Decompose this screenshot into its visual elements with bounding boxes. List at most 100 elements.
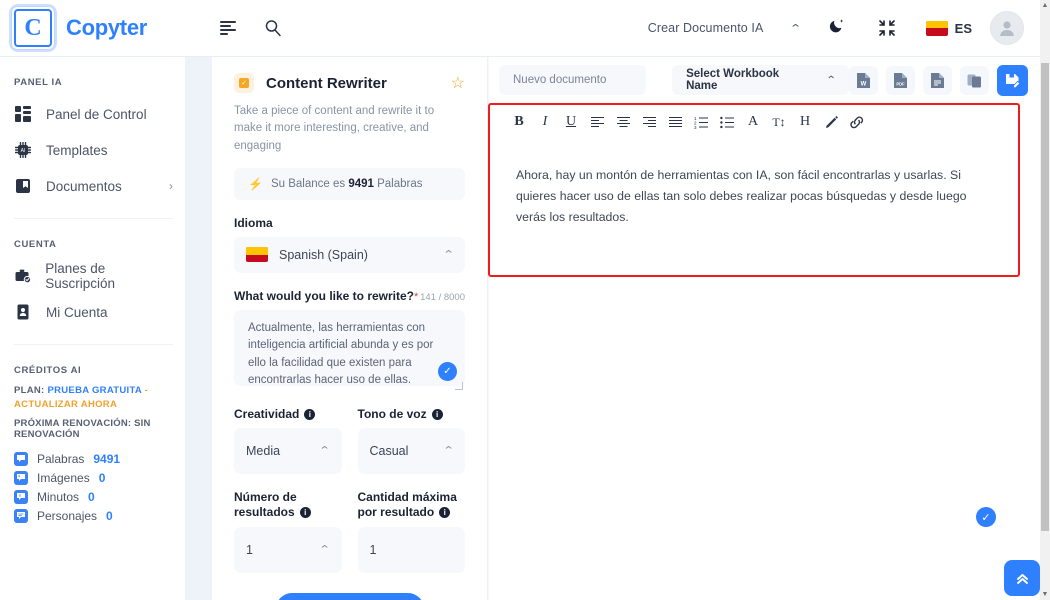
align-left-icon[interactable] xyxy=(584,109,610,135)
search-icon[interactable] xyxy=(262,17,284,39)
editor-content-text: Ahora, hay un montón de herramientas con… xyxy=(516,168,967,225)
italic-icon[interactable]: I xyxy=(532,109,558,135)
brand-name: Copyter xyxy=(66,15,148,40)
numero-label: Número de resultados i xyxy=(234,490,342,520)
scroll-to-top-button[interactable] xyxy=(1004,560,1040,596)
tono-label-text: Tono de voz xyxy=(357,406,427,421)
font-color-icon[interactable]: A xyxy=(740,109,766,135)
export-text-button[interactable] xyxy=(923,65,952,95)
brand-logo[interactable]: C Copyter xyxy=(0,6,200,50)
moon-icon[interactable] xyxy=(829,17,846,39)
align-center-icon[interactable] xyxy=(610,109,636,135)
chevron-up-icon: ⌃ xyxy=(442,445,455,458)
sidebar-item-label: Planes de Suscripción xyxy=(45,261,115,291)
cantidad-input[interactable]: 1 xyxy=(357,526,465,573)
logo-letter: C xyxy=(24,15,42,41)
scrollbar-thumb[interactable] xyxy=(1041,63,1049,531)
book-icon xyxy=(14,177,32,195)
chevron-up-icon: ⌃ xyxy=(442,249,455,262)
sidebar-item-panel-de-control[interactable]: Panel de Control xyxy=(0,96,185,132)
sidebar: PANEL IA Panel de Control AI Templates D… xyxy=(0,57,186,600)
topbar-right-controls: Crear Documento IA ⌃ ES xyxy=(648,11,1040,45)
ordered-list-icon[interactable]: 123 xyxy=(688,109,714,135)
export-word-button[interactable]: W xyxy=(849,65,878,95)
export-pdf-button[interactable]: PDF xyxy=(886,65,915,95)
chevron-up-icon: ⌃ xyxy=(825,74,837,86)
numero-resultados-field: Número de resultados i 1 ⌃ xyxy=(234,474,342,573)
collapse-icon[interactable] xyxy=(876,17,898,39)
cantidad-maxima-field: Cantidad máxima por resultado i 1 xyxy=(357,474,465,573)
plan-separator: - xyxy=(141,385,149,396)
credit-label: Palabras xyxy=(37,452,85,467)
rewrite-badge-icon: ✓ xyxy=(234,73,254,93)
copy-document-button[interactable] xyxy=(960,65,989,95)
heading-icon[interactable]: H xyxy=(792,109,818,135)
creatividad-field: Creatividad i Media ⌃ xyxy=(234,391,342,474)
check-circle-icon: ✓ xyxy=(438,361,457,381)
credit-label: Personajes xyxy=(37,509,98,524)
user-avatar-icon[interactable] xyxy=(990,11,1024,45)
credit-value: 9491 xyxy=(93,452,121,467)
bold-icon[interactable]: B xyxy=(506,109,532,135)
editor-format-toolbar: B I U 123 A T↕ H xyxy=(490,105,1018,139)
info-icon[interactable]: i xyxy=(299,507,311,519)
info-icon[interactable]: i xyxy=(439,507,451,519)
sidebar-item-mi-cuenta[interactable]: Mi Cuenta xyxy=(0,294,185,330)
unordered-list-icon[interactable] xyxy=(714,109,740,135)
credit-row-imagenes: Imágenes 0 xyxy=(14,469,173,488)
required-marker: * xyxy=(414,290,419,303)
credit-value: 0 xyxy=(106,509,113,524)
logo-mark-icon: C xyxy=(11,6,55,50)
sidebar-item-documentos[interactable]: Documentos › xyxy=(0,168,185,204)
renewal-text: PRÓXIMA RENOVACIÓN: SIN RENOVACIÓN xyxy=(14,417,151,440)
credit-label: Imágenes xyxy=(37,471,90,486)
credit-value: 0 xyxy=(88,490,95,505)
tool-description: Take a piece of content and rewrite it t… xyxy=(234,105,435,152)
highlight-icon[interactable] xyxy=(818,109,844,135)
browser-scrollbar[interactable]: ▲ ▼ xyxy=(1040,0,1050,600)
align-right-icon[interactable] xyxy=(636,109,662,135)
numero-select[interactable]: 1 ⌃ xyxy=(234,526,342,573)
svg-text:W: W xyxy=(861,81,867,87)
create-document-label[interactable]: Crear Documento IA xyxy=(648,21,764,35)
info-icon[interactable]: i xyxy=(431,408,443,420)
rewrite-textarea[interactable] xyxy=(234,309,465,386)
chevron-up-icon: ⌃ xyxy=(318,544,331,557)
scrollbar-down-arrow-icon[interactable]: ▼ xyxy=(1040,589,1050,600)
language-selector[interactable]: ES xyxy=(925,20,972,36)
link-icon[interactable] xyxy=(844,109,870,135)
top-navigation-bar: C Copyter Crear Documento IA ⌃ ES xyxy=(0,0,1040,57)
editor-content-area[interactable]: Ahora, hay un montón de herramientas con… xyxy=(490,139,1018,228)
creatividad-select[interactable]: Media ⌃ xyxy=(234,427,342,474)
check-circle-icon: ✓ xyxy=(976,507,996,527)
dashboard-icon xyxy=(14,105,32,123)
creatividad-label-text: Creatividad xyxy=(234,406,300,421)
tono-select[interactable]: Casual ⌃ xyxy=(357,427,465,474)
menu-lines-icon[interactable] xyxy=(218,17,240,39)
star-outline-icon[interactable]: ☆ xyxy=(451,73,465,93)
info-icon[interactable]: i xyxy=(304,408,316,420)
spain-flag-icon xyxy=(925,20,948,36)
resize-grip-icon[interactable] xyxy=(455,381,463,390)
workbook-select[interactable]: Select Workbook Name ⌃ xyxy=(672,65,849,95)
chevron-up-icon[interactable]: ⌃ xyxy=(790,22,803,35)
align-justify-icon[interactable] xyxy=(662,109,688,135)
plan-upgrade-link[interactable]: ACTUALIZAR AHORA xyxy=(14,399,117,410)
font-size-icon[interactable]: T↕ xyxy=(766,109,792,135)
credit-row-minutos: Minutos 0 xyxy=(14,488,173,507)
scrollbar-up-arrow-icon[interactable]: ▲ xyxy=(1040,0,1050,11)
sidebar-section-cuenta: CUENTA xyxy=(14,239,57,250)
sidebar-item-planes-de-suscripcion[interactable]: Planes de Suscripción xyxy=(0,258,185,294)
underline-icon[interactable]: U xyxy=(558,109,584,135)
credits-panel: PLAN: PRUEBA GRATUITA - ACTUALIZAR AHORA… xyxy=(0,384,185,526)
idioma-select[interactable]: Spanish (Spain) ⌃ xyxy=(234,236,465,273)
character-counter: 141 / 8000 xyxy=(420,291,465,303)
sidebar-item-label: Templates xyxy=(46,142,108,158)
svg-text:AI: AI xyxy=(21,148,26,154)
sidebar-item-templates[interactable]: AI Templates xyxy=(0,132,185,168)
generate-text-button[interactable]: GENERAR TEXTO xyxy=(275,592,424,600)
credit-row-personajes: Personajes 0 xyxy=(14,507,173,526)
save-document-button[interactable] xyxy=(997,64,1028,96)
document-name-input[interactable]: Nuevo documento xyxy=(499,65,647,95)
results-row: Número de resultados i 1 ⌃ Cantidad máxim… xyxy=(234,474,465,573)
